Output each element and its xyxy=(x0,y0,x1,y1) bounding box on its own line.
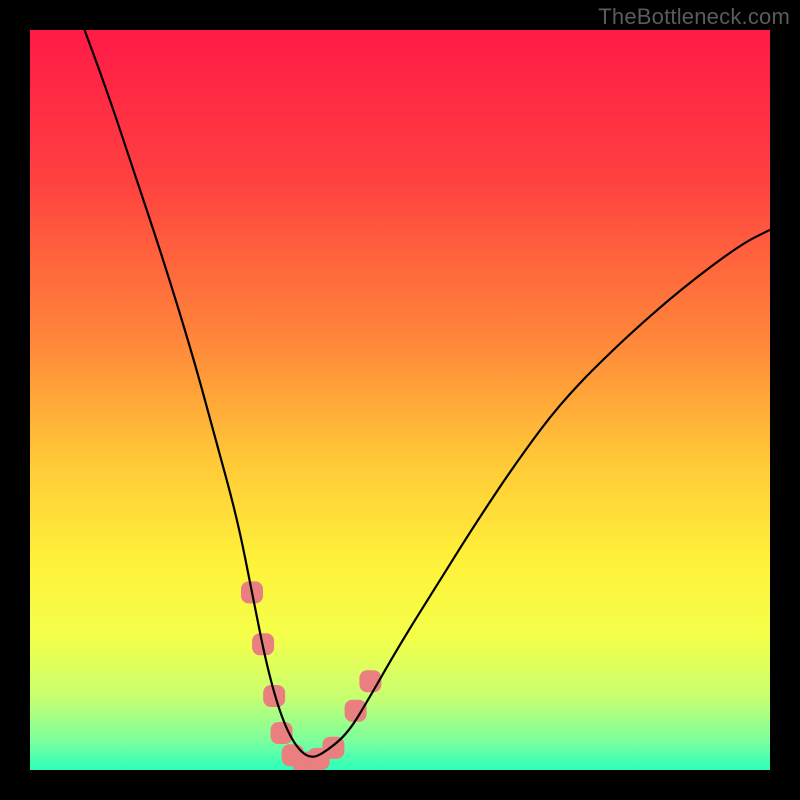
bottleneck-chart xyxy=(30,30,770,770)
chart-background xyxy=(30,30,770,770)
chart-frame xyxy=(30,30,770,770)
attribution-label: TheBottleneck.com xyxy=(598,4,790,30)
